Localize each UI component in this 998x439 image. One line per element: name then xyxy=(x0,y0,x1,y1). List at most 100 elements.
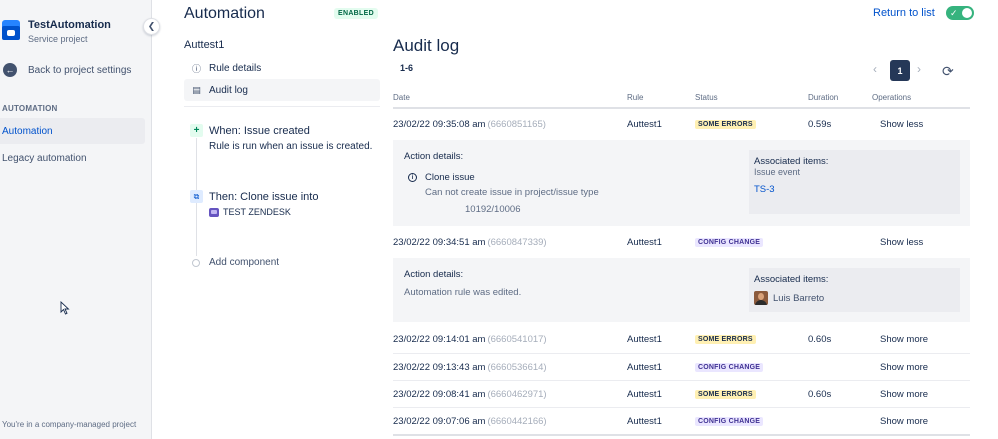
back-to-settings-link[interactable]: ← Back to project settings xyxy=(3,63,131,77)
show-toggle-button[interactable]: Show more xyxy=(880,355,928,380)
row-duration: 0.60s xyxy=(808,334,832,345)
row-status: CONFIG CHANGE xyxy=(695,409,764,434)
toggle-knob xyxy=(962,8,972,18)
project-header[interactable]: TestAutomation Service project xyxy=(2,18,111,45)
show-toggle-button[interactable]: Show less xyxy=(880,112,923,137)
column-rule: Rule xyxy=(627,93,644,102)
result-range: 1-6 xyxy=(400,63,414,73)
row-divider xyxy=(393,407,970,408)
info-icon: i xyxy=(408,173,417,182)
row-status: SOME ERRORS xyxy=(695,382,756,407)
row-status: SOME ERRORS xyxy=(695,327,756,352)
associated-items-title: Associated items: xyxy=(754,274,829,285)
status-badge: SOME ERRORS xyxy=(695,335,756,344)
document-icon: ▤ xyxy=(192,84,201,95)
refresh-icon[interactable]: ⟳ xyxy=(942,64,954,78)
collapse-sidebar-button[interactable]: ❮ xyxy=(143,18,160,35)
column-duration: Duration xyxy=(808,93,839,102)
status-badge: SOME ERRORS xyxy=(695,120,756,129)
action-target-label: TEST ZENDESK xyxy=(223,207,291,217)
row-rule: Auttest1 xyxy=(627,389,662,400)
action-title[interactable]: Then: Clone issue into xyxy=(209,191,318,203)
show-toggle-button[interactable]: Show more xyxy=(880,409,928,434)
row-date: 23/02/22 09:34:51 am (6660847339) xyxy=(393,237,547,248)
rule-panel: Automation ENABLED Auttest1 ⓘ Rule detai… xyxy=(184,0,380,439)
project-sidebar: TestAutomation Service project ← Back to… xyxy=(0,0,152,439)
status-badge: SOME ERRORS xyxy=(695,390,756,399)
row-date: 23/02/22 09:08:41 am (6660462971) xyxy=(393,389,547,400)
action-name: Clone issue xyxy=(425,172,475,183)
action-details-panel: Action details: i Clone issue Can not cr… xyxy=(393,140,970,226)
page-title: Automation xyxy=(184,5,265,22)
rule-enabled-toggle[interactable]: ✓ xyxy=(946,6,974,20)
row-rule: Auttest1 xyxy=(627,237,662,248)
person-name: Luis Barreto xyxy=(773,292,825,304)
avatar xyxy=(754,291,768,305)
row-divider xyxy=(393,353,970,354)
status-badge: CONFIG CHANGE xyxy=(695,417,764,426)
status-badge: ENABLED xyxy=(334,8,378,19)
chevron-left-icon[interactable]: ‹ xyxy=(873,62,877,76)
clone-icon: ⧉ xyxy=(190,190,203,203)
details-heading: Action details: xyxy=(404,151,464,162)
chevron-right-icon[interactable]: › xyxy=(917,62,921,76)
arrow-left-icon: ← xyxy=(3,63,17,77)
action-target: TEST ZENDESK xyxy=(209,207,291,217)
return-to-list-link[interactable]: Return to list xyxy=(873,7,935,19)
pagination-current-page[interactable]: 1 xyxy=(890,60,910,81)
divider xyxy=(184,106,380,107)
row-rule: Auttest1 xyxy=(627,334,662,345)
table-row: 23/02/22 09:14:01 am (6660541017) Auttest… xyxy=(393,327,970,352)
action-error-message: Can not create issue in project/issue ty… xyxy=(425,187,599,198)
sidebar-item-legacy-automation[interactable]: Legacy automation xyxy=(0,145,145,171)
row-date: 23/02/22 09:14:01 am (6660541017) xyxy=(393,334,547,345)
row-status: CONFIG CHANGE xyxy=(695,355,764,380)
sidebar-item-automation[interactable]: Automation xyxy=(0,118,145,144)
menu-audit-log[interactable]: ▤ Audit log xyxy=(184,79,380,101)
sidebar-item-label: Automation xyxy=(2,125,53,137)
table-row: 23/02/22 09:35:08 am (6660851165) Auttest… xyxy=(393,112,970,137)
associated-items-title: Associated items: xyxy=(754,156,829,167)
project-icon xyxy=(209,207,219,217)
row-rule: Auttest1 xyxy=(627,119,662,130)
status-badge: CONFIG CHANGE xyxy=(695,238,764,247)
row-rule: Auttest1 xyxy=(627,362,662,373)
project-name: TestAutomation xyxy=(28,19,111,31)
action-details-panel: Action details: Automation rule was edit… xyxy=(393,258,970,322)
row-status: CONFIG CHANGE xyxy=(695,230,764,255)
row-date: 23/02/22 09:13:43 am (6660536614) xyxy=(393,362,547,373)
details-heading: Action details: xyxy=(404,269,464,280)
menu-rule-details[interactable]: ⓘ Rule details xyxy=(184,57,380,79)
action-message: Automation rule was edited. xyxy=(404,287,522,298)
table-row: 23/02/22 09:07:06 am (6660442166) Auttest… xyxy=(393,409,970,434)
row-date: 23/02/22 09:35:08 am (6660851165) xyxy=(393,119,546,130)
show-toggle-button[interactable]: Show more xyxy=(880,382,928,407)
row-rule: Auttest1 xyxy=(627,416,662,427)
app-root: TestAutomation Service project ← Back to… xyxy=(0,0,998,439)
show-toggle-button[interactable]: Show more xyxy=(880,327,928,352)
row-duration: 0.60s xyxy=(808,389,832,400)
audit-log-panel: Return to list ✓ Audit log 1-6 ‹ 1 › ⟳ D… xyxy=(393,0,974,439)
table-row: 23/02/22 09:13:43 am (6660536614) Auttest… xyxy=(393,355,970,380)
row-divider xyxy=(393,380,970,381)
trigger-title[interactable]: When: Issue created xyxy=(209,125,310,137)
info-icon: ⓘ xyxy=(192,63,202,74)
rule-name: Auttest1 xyxy=(184,39,225,51)
issue-link[interactable]: TS-3 xyxy=(754,184,775,195)
add-component-button[interactable]: Add component xyxy=(209,257,279,268)
sidebar-section-title: AUTOMATION xyxy=(2,104,58,113)
column-status: Status xyxy=(695,93,718,102)
check-icon: ✓ xyxy=(950,8,958,18)
column-date: Date xyxy=(393,93,410,102)
show-toggle-button[interactable]: Show less xyxy=(880,230,923,255)
row-status: SOME ERRORS xyxy=(695,112,756,137)
status-badge: CONFIG CHANGE xyxy=(695,363,764,372)
project-type: Service project xyxy=(28,34,88,44)
project-avatar-icon xyxy=(2,20,20,40)
column-operations: Operations xyxy=(872,93,912,102)
table-row: 23/02/22 09:34:51 am (6660847339) Auttest… xyxy=(393,230,970,255)
row-duration: 0.59s xyxy=(808,119,832,130)
trigger-description: Rule is run when an issue is created. xyxy=(209,141,373,152)
associated-items: Associated items: Issue event TS-3 xyxy=(749,150,960,214)
associated-person[interactable]: Luis Barreto xyxy=(754,291,824,305)
